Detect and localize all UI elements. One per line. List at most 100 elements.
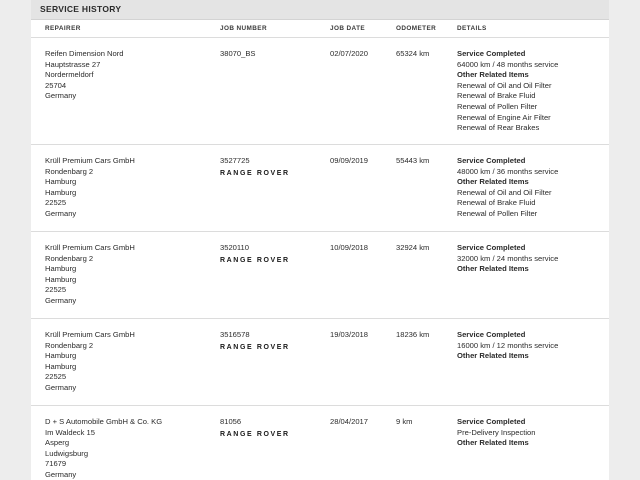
odometer-value: 55443 km [396,156,430,165]
detail-line: 64000 km / 48 months service [457,59,559,69]
repairer-line: D + S Automobile GmbH & Co. KG [45,417,163,426]
detail-line: Renewal of Pollen Filter [457,101,538,111]
detail-line: Service Completed [457,156,526,165]
repairer-line: 25704 [45,80,67,90]
repairer-line: Nordermeldorf [45,70,94,80]
odometer-value: 65324 km [396,49,430,58]
job-number-cell: 3516578 RANGE ROVER [220,330,320,353]
detail-line: Renewal of Oil and Oil Filter [457,80,552,90]
detail-line: 32000 km / 24 months service [457,253,559,263]
repairer-line: Rondenbarg 2 [45,253,94,263]
job-number-cell: 81056 RANGE ROVER [220,417,320,440]
job-number-cell: 3527725 RANGE ROVER [220,156,320,179]
job-number: 81056 [220,417,242,426]
job-date-cell: 19/03/2018 [330,330,390,341]
section-title: SERVICE HISTORY [31,0,609,20]
repairer-line: Hamburg [45,177,77,187]
repairer-line: Krüll Premium Cars GmbH [45,330,135,339]
detail-line: Other Related Items [457,70,529,80]
job-number: 3516578 [220,330,250,339]
job-date-cell: 10/09/2018 [330,243,390,254]
repairer-line: Hamburg [45,351,77,361]
detail-line: Renewal of Brake Fluid [457,198,536,208]
job-date: 19/03/2018 [330,330,369,339]
repairer-line: Reifen Dimension Nord [45,49,124,58]
column-header-odometer: ODOMETER [396,25,437,32]
odometer-value: 9 km [396,417,413,426]
repairer-line: Hamburg [45,361,77,371]
repairer-line: Krüll Premium Cars GmbH [45,156,135,165]
repairer-cell: Reifen Dimension Nord Hauptstrasse 27 Nord… [45,49,215,102]
table-row: D + S Automobile GmbH & Co. KG Im Waldeck… [31,406,609,480]
repairer-line: Germany [45,295,77,305]
job-date-cell: 28/04/2017 [330,417,390,428]
repairer-line: Rondenbarg 2 [45,340,94,350]
odometer-cell: 55443 km [396,156,451,167]
repairer-line: 22525 [45,372,67,382]
repairer-line: Hauptstrasse 27 [45,59,101,69]
column-header-details: DETAILS [457,25,487,32]
details-cell: Service Completed 16000 km / 12 months se… [457,330,607,362]
detail-line: Other Related Items [457,438,529,448]
job-number: 3520110 [220,243,249,252]
table-row: Reifen Dimension Nord Hauptstrasse 27 Nord… [31,38,609,145]
brand-logo: RANGE ROVER [220,343,290,351]
job-number: 3527725 [220,156,250,165]
repairer-line: Hamburg [45,274,77,284]
service-history-panel: SERVICE HISTORY REPAIRER JOB NUMBER JOB … [31,0,609,480]
repairer-line: 71679 [45,459,67,469]
repairer-line: Hamburg [45,264,77,274]
repairer-cell: Krüll Premium Cars GmbH Rondenbarg 2 Hambu… [45,243,215,307]
detail-line: Pre-Delivery Inspection [457,427,536,437]
repairer-line: Germany [45,91,77,101]
column-header-job-number: JOB NUMBER [220,25,267,32]
job-date: 28/04/2017 [330,417,369,426]
service-records: Reifen Dimension Nord Hauptstrasse 27 Nord… [31,38,609,480]
repairer-cell: D + S Automobile GmbH & Co. KG Im Waldeck… [45,417,215,480]
table-row: Krüll Premium Cars GmbH Rondenbarg 2 Hambu… [31,232,609,319]
detail-line: Renewal of Engine Air Filter [457,112,551,122]
detail-line: Service Completed [457,49,526,58]
job-date: 02/07/2020 [330,49,369,58]
job-number: 38070_BS [220,49,256,58]
table-row: Krüll Premium Cars GmbH Rondenbarg 2 Hambu… [31,319,609,406]
detail-line: Other Related Items [457,351,529,361]
table-row: Krüll Premium Cars GmbH Rondenbarg 2 Hambu… [31,145,609,232]
job-number-cell: 3520110 RANGE ROVER [220,243,320,266]
repairer-line: Germany [45,208,77,218]
job-date-cell: 09/09/2019 [330,156,390,167]
brand-logo: RANGE ROVER [220,256,290,264]
job-date: 10/09/2018 [330,243,369,252]
detail-line: Service Completed [457,417,526,426]
odometer-cell: 9 km [396,417,451,428]
repairer-line: Krüll Premium Cars GmbH [45,243,135,252]
repairer-line: Germany [45,382,77,392]
detail-line: 48000 km / 36 months service [457,166,559,176]
details-cell: Service Completed 64000 km / 48 months se… [457,49,607,134]
job-number-cell: 38070_BS [220,49,320,60]
detail-line: Renewal of Oil and Oil Filter [457,187,552,197]
brand-logo: RANGE ROVER [220,169,290,177]
column-header-repairer: REPAIRER [45,25,81,32]
repairer-line: Germany [45,469,77,479]
job-date-cell: 02/07/2020 [330,49,390,60]
details-cell: Service Completed 48000 km / 36 months se… [457,156,607,220]
column-header-job-date: JOB DATE [330,25,366,32]
repairer-line: Ludwigsburg [45,448,89,458]
details-cell: Service Completed 32000 km / 24 months se… [457,243,607,275]
repairer-line: Asperg [45,438,70,448]
odometer-cell: 18236 km [396,330,451,341]
job-date: 09/09/2019 [330,156,369,165]
brand-logo: RANGE ROVER [220,430,290,438]
repairer-line: 22525 [45,198,67,208]
repairer-line: 22525 [45,285,67,295]
detail-line: Service Completed [457,243,526,252]
detail-line: Renewal of Brake Fluid [457,91,536,101]
repairer-line: Rondenbarg 2 [45,166,94,176]
detail-line: Other Related Items [457,177,529,187]
repairer-cell: Krüll Premium Cars GmbH Rondenbarg 2 Hambu… [45,330,215,394]
detail-line: 16000 km / 12 months service [457,340,559,350]
odometer-cell: 65324 km [396,49,451,60]
detail-line: Other Related Items [457,264,529,274]
detail-line: Renewal of Rear Brakes [457,123,540,133]
